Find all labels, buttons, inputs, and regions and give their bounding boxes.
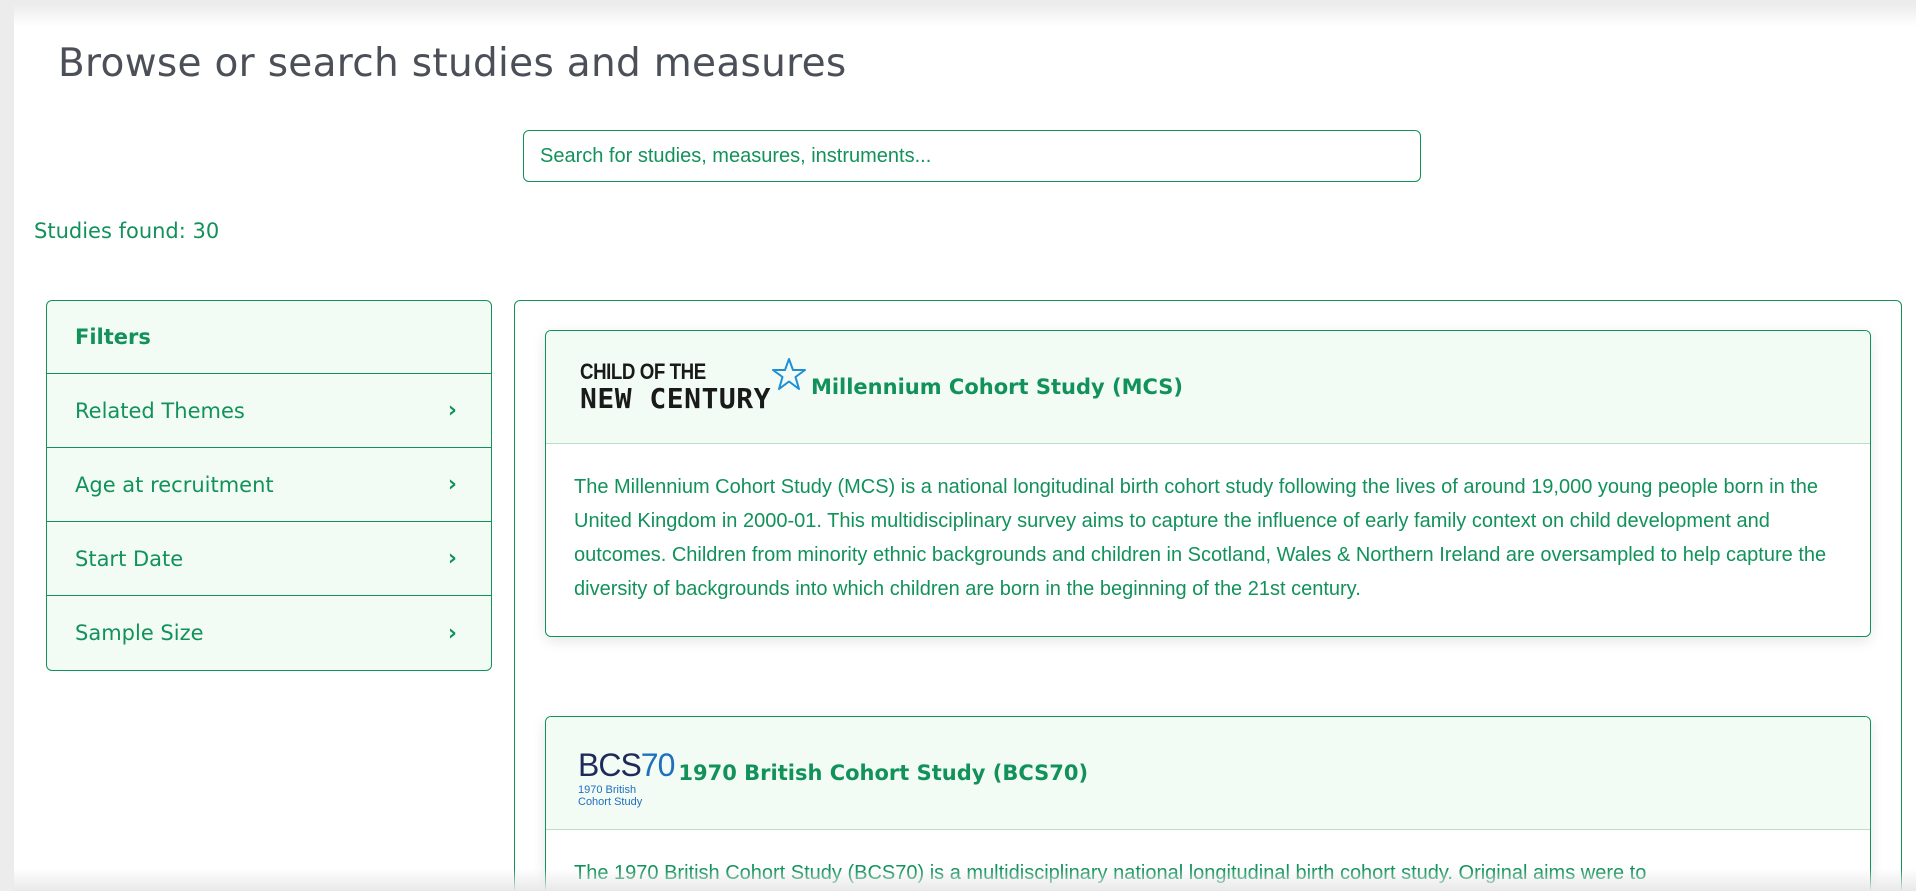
filter-label: Start Date (75, 546, 184, 571)
card-header: BCS70 1970 British Cohort Study 1970 Bri… (546, 717, 1870, 830)
search-input[interactable] (523, 130, 1421, 182)
chevron-right-icon: › (447, 546, 457, 571)
study-card-bcs70[interactable]: BCS70 1970 British Cohort Study 1970 Bri… (545, 716, 1871, 891)
mcs-logo: CHILD OF THE NEW CENTURY (580, 358, 807, 415)
logo-text-sub2: Cohort Study (578, 795, 643, 808)
filters-header: Filters (47, 301, 491, 374)
study-title-link[interactable]: 1970 British Cohort Study (BCS70) (678, 761, 1088, 785)
studies-found-count: Studies found: 30 (34, 219, 220, 243)
card-header: CHILD OF THE NEW CENTURY Millennium Coho… (546, 331, 1870, 444)
filter-label: Sample Size (75, 621, 204, 645)
logo-text-sub1: 1970 British (578, 783, 637, 796)
filter-age-at-recruitment[interactable]: Age at recruitment › (47, 448, 491, 522)
filter-related-themes[interactable]: Related Themes › (47, 374, 491, 448)
chevron-right-icon: › (447, 620, 457, 646)
page-title: Browse or search studies and measures (58, 41, 847, 86)
star-icon (771, 358, 806, 390)
results-panel: CHILD OF THE NEW CENTURY Millennium Coho… (514, 300, 1902, 891)
bottom-shade (14, 869, 1916, 891)
logo-text-line2: NEW CENTURY (580, 382, 771, 415)
bcs70-logo: BCS70 1970 British Cohort Study (578, 746, 676, 808)
top-shade (14, 5, 1916, 27)
study-description: The Millennium Cohort Study (MCS) is a n… (574, 476, 1827, 600)
filters-panel: Filters Related Themes › Age at recruitm… (46, 300, 492, 671)
chevron-right-icon: › (447, 472, 457, 497)
filter-label: Age at recruitment (75, 472, 274, 497)
page: Browse or search studies and measures St… (14, 5, 1916, 891)
filter-sample-size[interactable]: Sample Size › (47, 596, 491, 670)
chevron-right-icon: › (447, 398, 457, 423)
logo-text-line1: CHILD OF THE (580, 359, 706, 384)
logo-text-main-a: BCS (578, 746, 642, 783)
filter-label: Related Themes (75, 398, 245, 423)
study-card-mcs[interactable]: CHILD OF THE NEW CENTURY Millennium Coho… (545, 330, 1871, 637)
study-title-link[interactable]: Millennium Cohort Study (MCS) (811, 375, 1183, 399)
filter-start-date[interactable]: Start Date › (47, 522, 491, 596)
logo-text-main-b: 70 (640, 746, 676, 783)
